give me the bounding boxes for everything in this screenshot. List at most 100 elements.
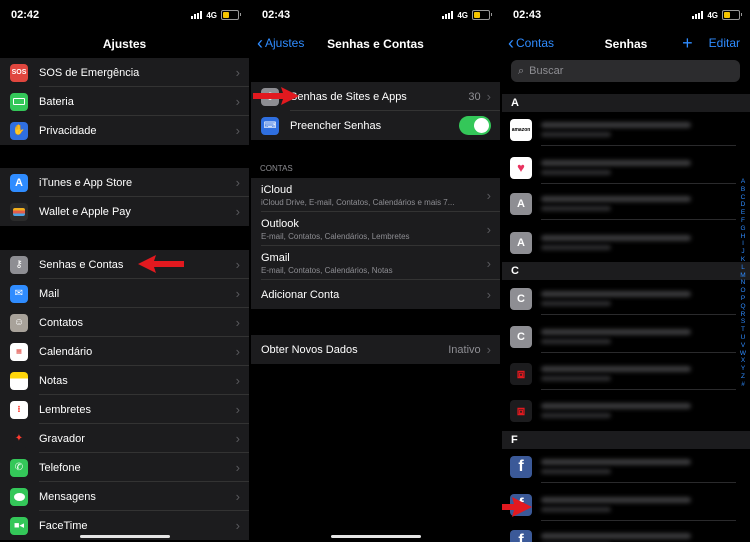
- account-name: iCloud: [261, 183, 293, 196]
- index-letter[interactable]: M: [739, 272, 747, 280]
- password-row[interactable]: amazon: [502, 113, 736, 146]
- search-field[interactable]: ⌕ Buscar: [511, 60, 740, 82]
- password-row[interactable]: f: [502, 524, 736, 542]
- edit-button[interactable]: Editar: [709, 36, 740, 50]
- index-letter[interactable]: #: [739, 381, 747, 389]
- status-time: 02:43: [262, 9, 291, 21]
- index-letter[interactable]: Q: [739, 303, 747, 311]
- settings-item-label: FaceTime: [39, 519, 88, 532]
- index-letter[interactable]: L: [739, 264, 747, 272]
- account-name: Outlook: [261, 217, 299, 230]
- index-letter[interactable]: A: [739, 178, 747, 186]
- home-indicator: [79, 535, 170, 538]
- index-letter[interactable]: R: [739, 311, 747, 319]
- index-letter[interactable]: B: [739, 186, 747, 194]
- add-account-item[interactable]: Adicionar Conta ›: [251, 280, 500, 309]
- red-arrow-annotation-icon: [502, 497, 532, 517]
- index-letter[interactable]: X: [739, 357, 747, 365]
- add-account-label: Adicionar Conta: [261, 288, 340, 301]
- settings-item-label: Bateria: [39, 95, 74, 108]
- facebook-icon: f: [510, 529, 532, 542]
- reminders-icon: ⁝: [10, 400, 28, 419]
- settings-item-notes[interactable]: Notas ›: [0, 366, 249, 395]
- nav-bar: ‹ Contas Senhas + Editar: [502, 30, 750, 58]
- fetch-new-data-item[interactable]: Obter Novos Dados Inativo ›: [251, 335, 500, 364]
- network-label: 4G: [206, 10, 217, 20]
- settings-item-contacts[interactable]: ☺ Contatos ›: [0, 308, 249, 337]
- index-letter[interactable]: U: [739, 334, 747, 342]
- settings-item-passwords[interactable]: ⚷ Senhas e Contas ›: [0, 250, 249, 279]
- password-row[interactable]: f: [502, 488, 736, 521]
- chevron-right-icon: ›: [486, 89, 491, 104]
- settings-item-itunes[interactable]: A iTunes e App Store ›: [0, 168, 249, 197]
- nav-bar: Ajustes: [0, 30, 249, 58]
- status-time: 02:42: [11, 9, 40, 21]
- index-letter[interactable]: G: [739, 225, 747, 233]
- settings-item-privacy[interactable]: ✋ Privacidade ›: [0, 116, 249, 145]
- account-gmail[interactable]: Gmail E-mail, Contatos, Calendários, Not…: [251, 246, 500, 280]
- settings-item-label: iTunes e App Store: [39, 176, 133, 189]
- facebook-icon: f: [510, 455, 532, 478]
- settings-item-mail[interactable]: ✉ Mail ›: [0, 279, 249, 308]
- password-row[interactable]: ⧈: [502, 394, 736, 427]
- chevron-right-icon: ›: [235, 65, 240, 80]
- alphabet-index[interactable]: A B C D E F G H I J K L M N O P Q R S T U V W X Y Z #: [739, 178, 747, 389]
- password-row[interactable]: A: [502, 187, 736, 220]
- chevron-right-icon: ›: [486, 287, 491, 302]
- settings-item-label: Mensagens: [39, 490, 96, 503]
- passwords-accounts-panel: 02:43 4G ‹ Ajustes Senhas e Contas ⚷ Sen…: [251, 0, 500, 542]
- index-letter[interactable]: P: [739, 295, 747, 303]
- contacts-icon: ☺: [10, 313, 28, 332]
- wallet-icon: [10, 202, 28, 221]
- password-row[interactable]: C: [502, 320, 736, 353]
- password-row[interactable]: A: [502, 226, 736, 259]
- index-letter[interactable]: H: [739, 233, 747, 241]
- index-letter[interactable]: W: [739, 350, 747, 358]
- settings-item-battery[interactable]: Bateria ›: [0, 87, 249, 116]
- settings-item-wallet[interactable]: Wallet e Apple Pay ›: [0, 197, 249, 226]
- settings-item-sos[interactable]: SOS SOS de Emergência ›: [0, 58, 249, 87]
- account-icloud[interactable]: iCloud iCloud Drive, E-mail, Contatos, C…: [251, 178, 500, 212]
- settings-item-reminders[interactable]: ⁝ Lembretes ›: [0, 395, 249, 424]
- index-letter[interactable]: E: [739, 209, 747, 217]
- index-letter[interactable]: D: [739, 201, 747, 209]
- index-letter[interactable]: F: [739, 217, 747, 225]
- index-letter[interactable]: T: [739, 326, 747, 334]
- password-row[interactable]: ♥: [502, 151, 736, 184]
- key-icon: ⚷: [10, 255, 28, 274]
- settings-item-voice-memos[interactable]: ✦ Gravador ›: [0, 424, 249, 453]
- index-letter[interactable]: K: [739, 256, 747, 264]
- network-label: 4G: [707, 10, 718, 20]
- index-letter[interactable]: Z: [739, 373, 747, 381]
- settings-item-label: Contatos: [39, 316, 84, 329]
- index-letter[interactable]: V: [739, 342, 747, 350]
- settings-item-calendar[interactable]: ▦ Calendário ›: [0, 337, 249, 366]
- password-row[interactable]: C: [502, 282, 736, 315]
- autofill-toggle[interactable]: [459, 116, 491, 135]
- password-row[interactable]: ⧈: [502, 357, 736, 390]
- index-letter[interactable]: N: [739, 279, 747, 287]
- mail-icon: ✉: [10, 284, 28, 303]
- index-letter[interactable]: I: [739, 240, 747, 248]
- settings-item-label: Calendário: [39, 345, 93, 358]
- settings-item-phone[interactable]: ✆ Telefone ›: [0, 453, 249, 482]
- chevron-right-icon: ›: [235, 518, 240, 533]
- index-letter[interactable]: Y: [739, 365, 747, 373]
- chevron-right-icon: ›: [235, 175, 240, 190]
- page-title: Senhas e Contas: [327, 37, 424, 51]
- index-letter[interactable]: J: [739, 248, 747, 256]
- index-letter[interactable]: C: [739, 194, 747, 202]
- add-icon[interactable]: +: [682, 34, 693, 52]
- settings-item-messages[interactable]: Mensagens ›: [0, 482, 249, 511]
- password-row[interactable]: f: [502, 450, 736, 483]
- autofill-item: ⌨ Preencher Senhas: [251, 111, 500, 140]
- status-bar: 02:43 4G: [251, 0, 500, 30]
- index-letter[interactable]: O: [739, 287, 747, 295]
- chevron-right-icon: ›: [486, 221, 491, 237]
- account-outlook[interactable]: Outlook E-mail, Contatos, Calendários, L…: [251, 212, 500, 246]
- battery-status-icon: [472, 10, 492, 20]
- settings-item-label: Privacidade: [39, 124, 97, 137]
- chevron-right-icon: ›: [235, 344, 240, 359]
- index-letter[interactable]: S: [739, 318, 747, 326]
- chevron-right-icon: ›: [235, 373, 240, 388]
